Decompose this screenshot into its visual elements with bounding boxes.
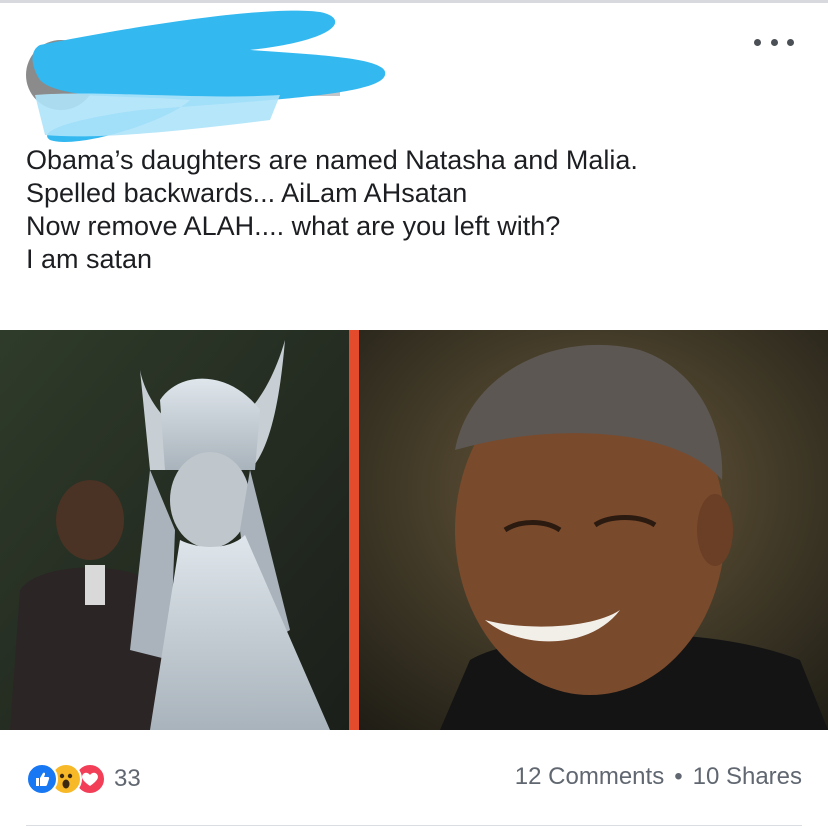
separator-dot: • [674,763,683,790]
reactions-summary[interactable]: 33 [26,762,141,796]
post-header [0,0,828,142]
reaction-count[interactable]: 33 [114,765,141,793]
post-text-line: Spelled backwards... AiLam AHsatan [26,178,468,208]
shares-link[interactable]: 10 Shares [693,763,802,791]
post-text-line: Now remove ALAH.... what are you left wi… [26,211,561,241]
meme-image [0,330,828,730]
more-options-button[interactable] [754,30,794,54]
post-footer: 33 12 Comments • 10 Shares [0,745,828,805]
post-text-line: Obama’s daughters are named Natasha and … [26,145,638,175]
post-text-line: I am satan [26,244,153,274]
post-text: Obama’s daughters are named Natasha and … [26,144,806,276]
like-icon [26,763,58,795]
comments-link[interactable]: 12 Comments [515,763,664,791]
redaction-scribble [32,10,386,142]
engagement-stats: 12 Comments • 10 Shares [515,763,802,791]
post-image[interactable] [0,330,828,730]
more-horizontal-icon [754,38,761,46]
